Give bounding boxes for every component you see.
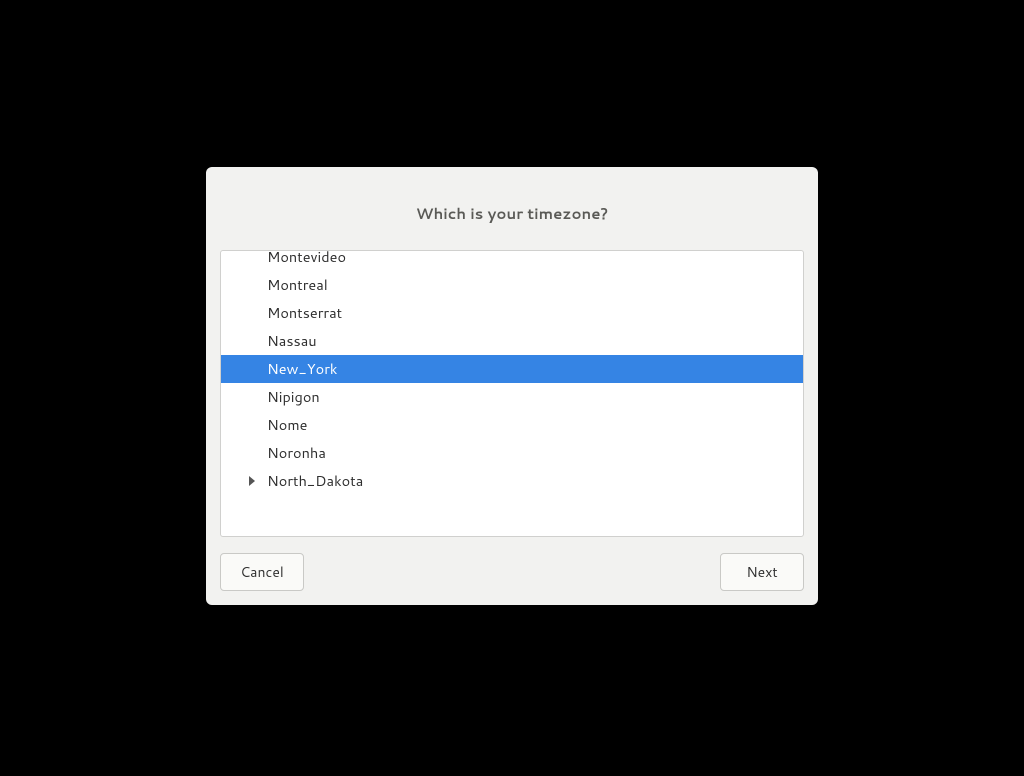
list-item-label: New_York	[267, 358, 337, 379]
list-item-label: Nome	[267, 414, 307, 435]
list-item-label: Noronha	[267, 442, 326, 463]
list-item-selected[interactable]: New_York	[221, 355, 803, 383]
dialog-footer: Cancel Next	[206, 551, 818, 605]
list-item[interactable]: Nipigon	[221, 383, 803, 411]
list-item-label: Montserrat	[267, 302, 342, 323]
list-item-label: North_Dakota	[267, 470, 363, 491]
timezone-list[interactable]: Montevideo Montreal Montserrat Nassau Ne…	[221, 250, 803, 536]
timezone-dialog: Which is your timezone? Montevideo Montr…	[206, 167, 818, 605]
dialog-header: Which is your timezone?	[206, 167, 818, 244]
dialog-title: Which is your timezone?	[226, 203, 798, 224]
list-item[interactable]: Nassau	[221, 327, 803, 355]
timezone-list-container: Montevideo Montreal Montserrat Nassau Ne…	[220, 250, 804, 537]
list-item-expandable[interactable]: North_Dakota	[221, 467, 803, 495]
expand-arrow-icon	[249, 476, 255, 486]
cancel-button[interactable]: Cancel	[220, 553, 304, 591]
list-item-label: Nipigon	[267, 386, 320, 407]
list-item[interactable]: Montreal	[221, 271, 803, 299]
list-item-label: Montreal	[267, 274, 328, 295]
list-item-label: Nassau	[267, 330, 317, 351]
list-item[interactable]: Noronha	[221, 439, 803, 467]
next-button[interactable]: Next	[720, 553, 804, 591]
list-item-label: Montevideo	[267, 250, 346, 267]
list-item[interactable]: Nome	[221, 411, 803, 439]
list-item[interactable]: Montserrat	[221, 299, 803, 327]
list-item[interactable]: Montevideo	[221, 250, 803, 271]
